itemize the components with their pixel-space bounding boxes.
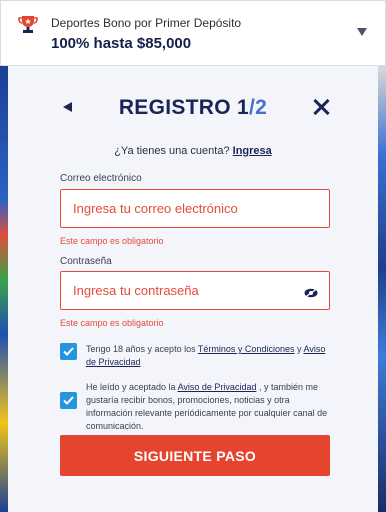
close-icon[interactable] xyxy=(312,98,330,116)
have-account-prefix: ¿Ya tienes una cuenta? xyxy=(114,145,233,157)
checkmark-icon xyxy=(63,396,74,405)
banner-title: 100% hasta $85,000 xyxy=(51,35,192,52)
bonus-banner[interactable]: Deportes Bono por Primer Depósito 100% h… xyxy=(0,0,386,66)
registration-modal: REGISTRO 1/2 ¿Ya tienes una cuenta? Ingr… xyxy=(8,66,378,512)
background-illustration-right xyxy=(378,66,386,512)
email-field[interactable] xyxy=(73,201,293,216)
checkmark-icon xyxy=(63,347,74,356)
terms-link[interactable]: Términos y Condiciones xyxy=(198,344,295,354)
next-step-button[interactable]: SIGUIENTE PASO xyxy=(60,435,330,476)
eye-icon[interactable] xyxy=(304,285,318,298)
marketing-checkbox[interactable] xyxy=(60,392,77,409)
login-link[interactable]: Ingresa xyxy=(233,145,272,157)
terms-consent-text: Tengo 18 años y acepto los Términos y Co… xyxy=(86,343,330,369)
banner-subtitle: Deportes Bono por Primer Depósito xyxy=(51,16,242,30)
email-label: Correo electrónico xyxy=(60,173,142,184)
have-account-text: ¿Ya tienes una cuenta? Ingresa xyxy=(8,145,378,157)
trophy-icon xyxy=(15,11,41,37)
marketing-privacy-link[interactable]: Aviso de Privacidad xyxy=(178,382,257,392)
marketing-text-1: He leído y aceptado la xyxy=(86,382,178,392)
terms-text-1: Tengo 18 años y acepto los xyxy=(86,344,198,354)
password-field[interactable] xyxy=(73,283,293,298)
modal-header: REGISTRO 1/2 xyxy=(8,94,378,124)
modal-title-total: /2 xyxy=(249,96,268,119)
email-field-box xyxy=(60,189,330,228)
chevron-down-icon[interactable] xyxy=(357,28,367,36)
email-error: Este campo es obligatorio xyxy=(60,236,164,246)
password-field-box xyxy=(60,271,330,310)
background-illustration-left xyxy=(0,66,8,512)
marketing-consent-row: He leído y aceptado la Aviso de Privacid… xyxy=(60,381,330,433)
password-label: Contraseña xyxy=(60,256,112,267)
modal-title-step: REGISTRO 1 xyxy=(118,96,250,119)
terms-checkbox[interactable] xyxy=(60,343,77,360)
marketing-consent-text: He leído y aceptado la Aviso de Privacid… xyxy=(86,381,330,433)
terms-consent-row: Tengo 18 años y acepto los Términos y Co… xyxy=(60,343,330,369)
password-error: Este campo es obligatorio xyxy=(60,318,164,328)
